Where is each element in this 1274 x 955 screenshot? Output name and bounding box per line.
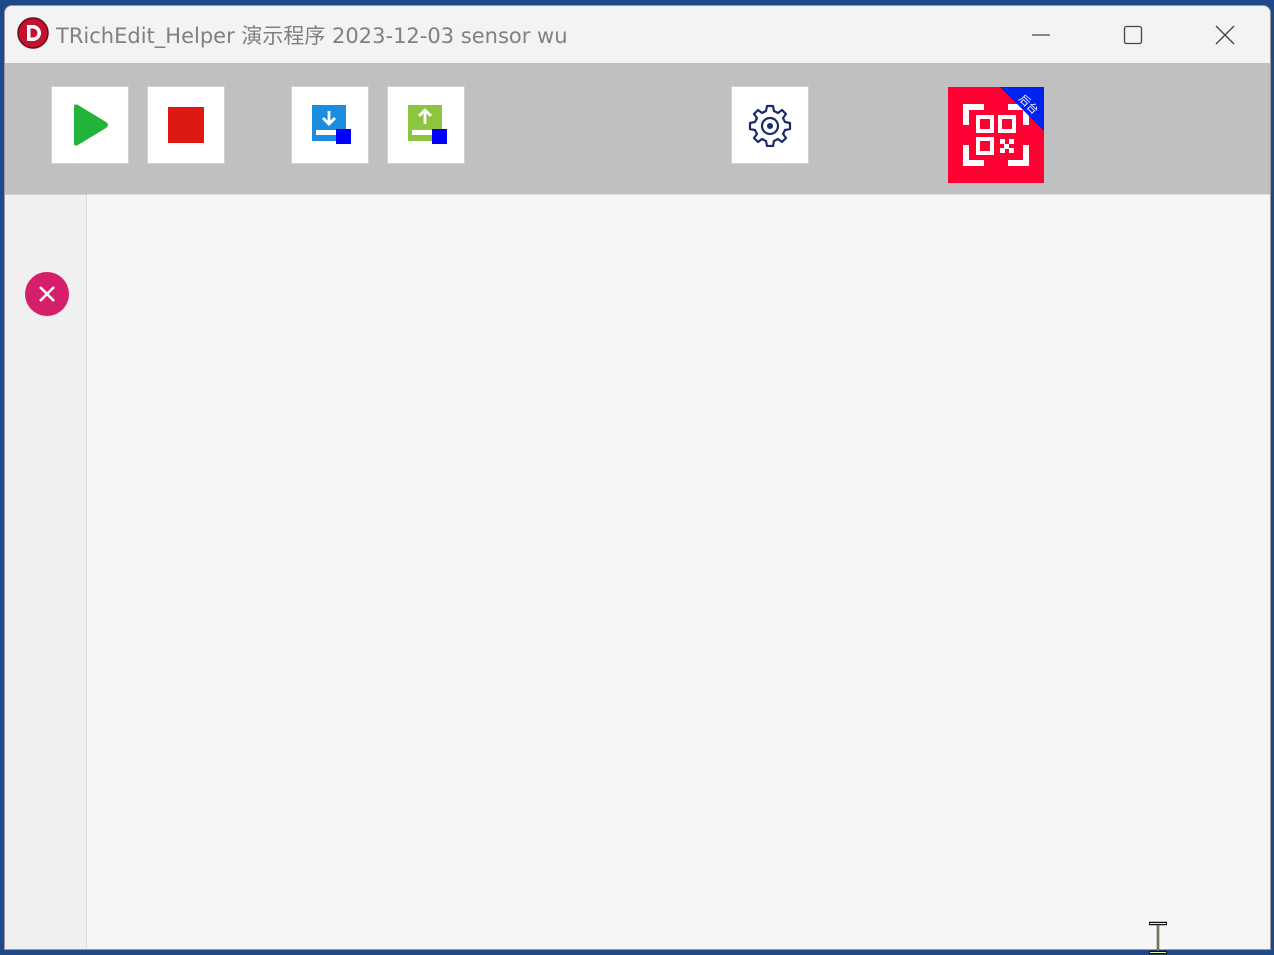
minimize-icon: [1032, 33, 1050, 36]
close-window-button[interactable]: [1179, 6, 1270, 63]
settings-button[interactable]: [732, 87, 808, 163]
toolbar: 后台: [5, 63, 1270, 194]
stop-button[interactable]: [148, 87, 224, 163]
download-icon: [312, 105, 351, 144]
sidebar-close-button[interactable]: [25, 272, 69, 316]
text-cursor-icon: [1149, 921, 1167, 955]
import-button[interactable]: [292, 87, 368, 163]
maximize-icon: [1123, 25, 1143, 44]
stop-icon: [168, 107, 204, 143]
title-bar[interactable]: TRichEdit_Helper 演示程序 2023-12-03 sensor …: [5, 6, 1270, 63]
minimize-button[interactable]: [995, 6, 1087, 63]
qr-scan-button[interactable]: 后台: [948, 87, 1044, 183]
run-button[interactable]: [52, 87, 128, 163]
app-window: TRichEdit_Helper 演示程序 2023-12-03 sensor …: [4, 5, 1271, 950]
play-icon: [74, 104, 108, 146]
window-title: TRichEdit_Helper 演示程序 2023-12-03 sensor …: [56, 24, 568, 48]
gear-icon: [748, 104, 792, 147]
delphi-logo-icon: [17, 17, 49, 49]
qr-scan-icon: 后台: [963, 87, 1044, 166]
export-button[interactable]: [388, 87, 464, 163]
upload-icon: [408, 105, 447, 144]
rich-edit-area[interactable]: [87, 194, 1270, 949]
maximize-button[interactable]: [1087, 6, 1179, 63]
close-icon: [1215, 25, 1235, 44]
close-icon: [39, 286, 55, 302]
side-panel: [5, 194, 87, 949]
